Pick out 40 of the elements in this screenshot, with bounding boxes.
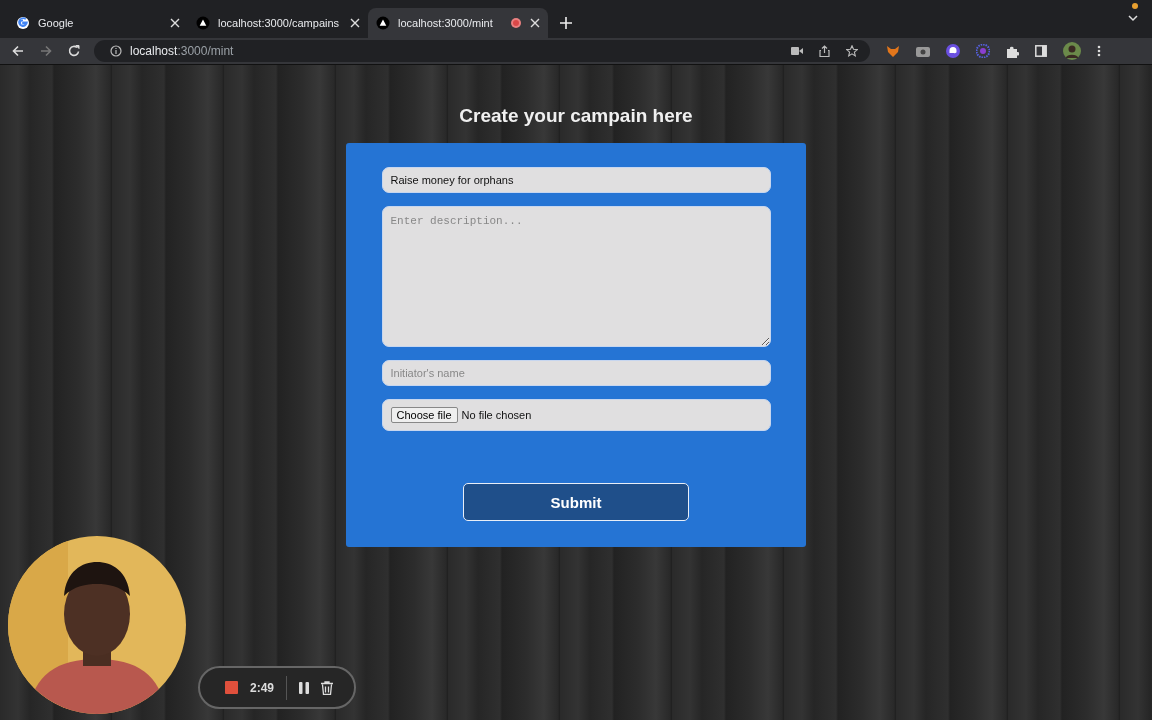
browser-tab[interactable]: localhost:3000/campains xyxy=(188,8,368,38)
tab-title: localhost:3000/mint xyxy=(398,17,494,29)
address-bar[interactable]: localhost:3000/mint xyxy=(94,40,870,62)
page-heading: Create your campain here xyxy=(459,105,693,127)
close-icon[interactable] xyxy=(350,18,360,28)
file-status: No file chosen xyxy=(461,409,532,421)
camera-icon[interactable] xyxy=(916,45,930,57)
forward-icon[interactable] xyxy=(40,45,52,57)
file-field[interactable]: Choose file No file chosen xyxy=(381,399,771,431)
avatar-icon[interactable] xyxy=(1063,42,1081,60)
close-icon[interactable] xyxy=(170,18,180,28)
close-icon[interactable] xyxy=(530,18,540,28)
back-icon[interactable] xyxy=(12,45,24,57)
title-field[interactable]: Raise money for orphans xyxy=(381,167,771,193)
trash-icon[interactable] xyxy=(321,680,334,695)
fox-icon[interactable] xyxy=(886,44,900,58)
tab-title: Google xyxy=(38,17,75,29)
notification-dot-icon xyxy=(1132,3,1138,9)
choose-file-button[interactable]: Choose file xyxy=(390,407,458,423)
browser-tab[interactable]: localhost:3000/mint xyxy=(368,8,548,38)
tab-title: localhost:3000/campains xyxy=(218,17,341,29)
pause-icon[interactable] xyxy=(299,681,310,694)
plus-icon[interactable] xyxy=(560,17,572,29)
share-icon[interactable] xyxy=(819,45,830,57)
more-icon[interactable] xyxy=(1097,45,1101,57)
browser-tab[interactable]: Google xyxy=(8,8,188,38)
star-icon[interactable] xyxy=(846,45,858,57)
chevron-down-icon[interactable] xyxy=(1128,15,1138,22)
info-icon xyxy=(110,45,122,57)
side-panel-icon[interactable] xyxy=(1035,45,1047,57)
reload-icon[interactable] xyxy=(68,45,80,57)
name-field[interactable]: Initiator's name xyxy=(381,360,771,386)
url-text: localhost:3000/mint xyxy=(130,44,234,58)
puzzle-icon[interactable] xyxy=(1006,44,1019,58)
google-logo-icon xyxy=(16,16,30,30)
description-field[interactable]: Enter description... xyxy=(381,206,771,347)
submit-button[interactable]: Submit xyxy=(463,483,689,521)
ghost-icon[interactable] xyxy=(946,44,960,58)
camera-icon[interactable] xyxy=(791,46,803,56)
recording-time: 2:49 xyxy=(250,680,275,695)
